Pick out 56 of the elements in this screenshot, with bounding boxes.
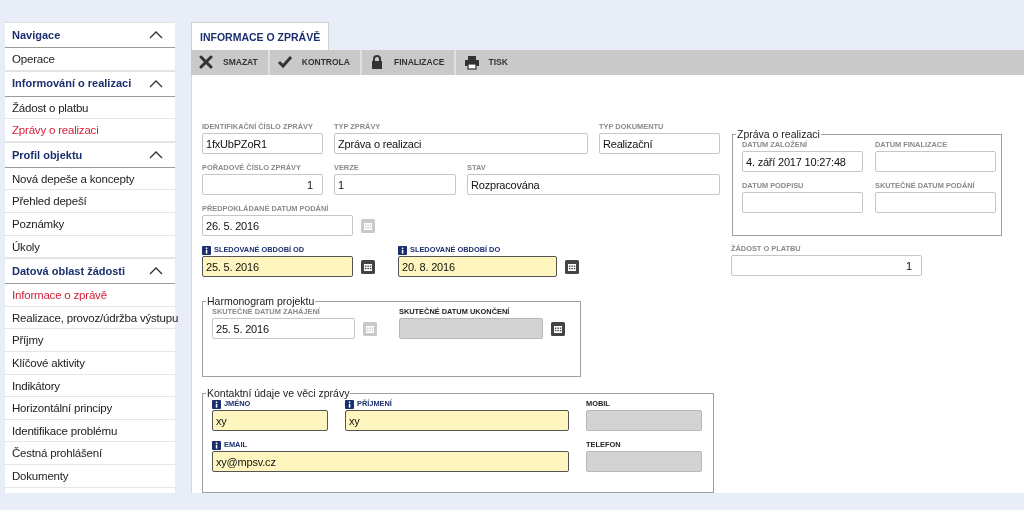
- group-title: Kontaktní údaje ve věci zprávy: [206, 387, 351, 399]
- check-icon: [277, 55, 294, 70]
- sidebar-item[interactable]: Čestná prohlášení: [5, 442, 175, 465]
- input-field[interactable]: [875, 151, 996, 172]
- group-title: Zpráva o realizaci: [736, 128, 821, 140]
- sidebar-item[interactable]: Dokumenty: [5, 464, 175, 488]
- input-field[interactable]: 1: [731, 255, 922, 276]
- sidebar-item[interactable]: Žádost o platbu: [5, 96, 175, 120]
- section-title: Profil objektu: [12, 147, 83, 163]
- sidebar-item[interactable]: Klíčové aktivity: [5, 351, 175, 375]
- sidebar-item[interactable]: Identifikace problému: [5, 419, 175, 443]
- required-icon: [202, 245, 211, 255]
- input-field[interactable]: 26. 5. 2016: [202, 215, 353, 236]
- section-title: Informování o realizaci: [12, 76, 132, 92]
- input-field[interactable]: 25. 5. 2016: [212, 318, 355, 339]
- sidebar-item[interactable]: Přehled depeší: [5, 190, 175, 213]
- tab[interactable]: INFORMACE O ZPRÁVĚ: [191, 22, 330, 50]
- input-field[interactable]: xy: [212, 410, 328, 431]
- required-icon: [212, 440, 221, 450]
- input-field[interactable]: 4. září 2017 10:27:48: [742, 151, 863, 172]
- input-field[interactable]: Rozpracována: [467, 174, 720, 195]
- calendar-button[interactable]: [361, 259, 375, 274]
- required-icon: [345, 399, 354, 409]
- sidebar-item[interactable]: Nová depeše a koncepty: [5, 167, 175, 191]
- sidebar-item[interactable]: Informace o zprávě: [5, 284, 175, 307]
- close-icon: [199, 55, 215, 70]
- input-field[interactable]: [742, 192, 863, 213]
- sidebar-item[interactable]: Poznámky: [5, 212, 175, 236]
- calendar-button[interactable]: [565, 259, 579, 274]
- sidebar-item[interactable]: Horizontální principy: [5, 397, 175, 420]
- input-field[interactable]: Realizační: [599, 133, 720, 154]
- input-field[interactable]: Zpráva o realizaci: [334, 133, 588, 154]
- sidebar-item[interactable]: Indikátory: [5, 374, 175, 398]
- group-title: Harmonogram projektu: [206, 295, 316, 307]
- chevron-up-icon[interactable]: [149, 79, 163, 88]
- chevron-up-icon[interactable]: [149, 150, 163, 159]
- sidebar-item[interactable]: Operace: [5, 48, 175, 71]
- input-field[interactable]: [875, 192, 996, 213]
- input-field[interactable]: xy: [345, 410, 569, 431]
- chevron-up-icon[interactable]: [149, 267, 163, 276]
- section-title: Navigace: [12, 27, 61, 43]
- chevron-up-icon[interactable]: [149, 31, 163, 39]
- input-field[interactable]: 20. 8. 2016: [398, 256, 557, 277]
- input-field[interactable]: 1: [334, 174, 456, 195]
- input-field[interactable]: xy@mpsv.cz: [212, 451, 569, 472]
- required-icon: [398, 245, 407, 255]
- sidebar-item[interactable]: Úkoly: [5, 235, 175, 259]
- printer-icon: [464, 55, 481, 70]
- calendar-button[interactable]: [551, 321, 565, 336]
- required-icon: [212, 399, 221, 409]
- input-field[interactable]: 1: [202, 174, 323, 195]
- sidebar-item[interactable]: Příjmy: [5, 329, 175, 352]
- input-field[interactable]: 25. 5. 2016: [202, 256, 353, 277]
- sidebar-item[interactable]: Zprávy o realizaci: [5, 119, 175, 142]
- input-field[interactable]: 1fxUbPZoR1: [202, 133, 323, 154]
- section-title: Datová oblast žádosti: [12, 263, 126, 279]
